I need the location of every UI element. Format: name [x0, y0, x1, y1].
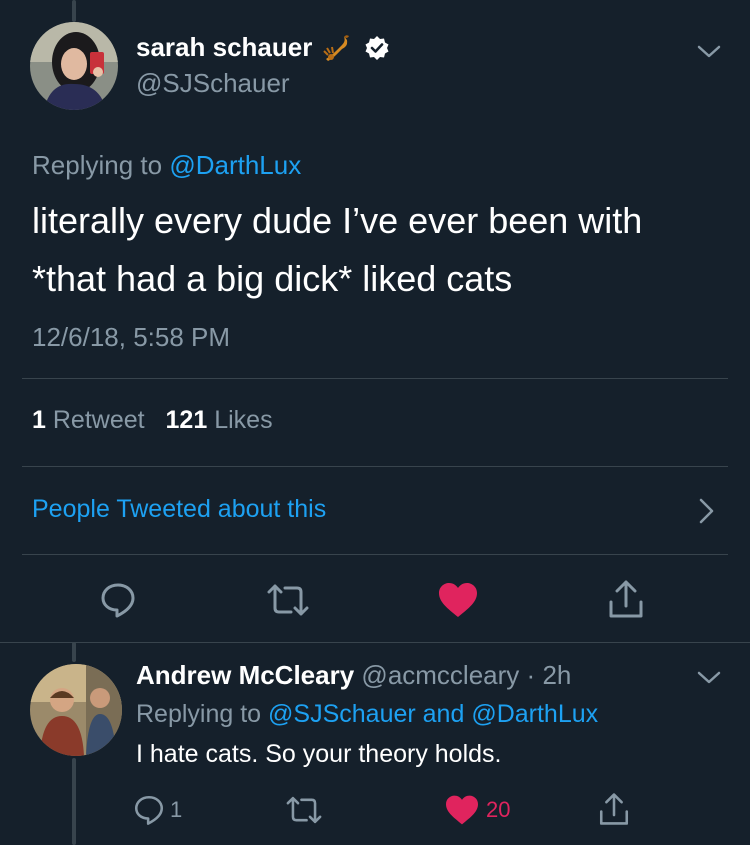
- heart-icon: [446, 795, 478, 825]
- reply-icon: [134, 795, 164, 825]
- like-count: 121: [165, 406, 208, 434]
- reply-avatar[interactable]: [30, 664, 122, 756]
- tweet-text: literally every dude I’ve ever been with…: [32, 192, 732, 308]
- reply-replying-to-line: Replying to @SJSchauer and @DarthLux: [136, 700, 598, 729]
- reply-share-button[interactable]: [594, 788, 634, 830]
- chevron-down-icon[interactable]: [694, 40, 724, 64]
- reply-retweet-button[interactable]: [282, 790, 326, 830]
- retweets-stat[interactable]: 1 Retweet: [32, 406, 152, 434]
- reply-display-name[interactable]: Andrew McCleary: [136, 660, 354, 690]
- verified-badge-icon: [364, 35, 390, 61]
- reply-replying-to-link-1[interactable]: @SJSchauer: [268, 700, 416, 728]
- handle[interactable]: @SJSchauer: [136, 68, 290, 99]
- reply-like-count: 20: [486, 797, 511, 822]
- reply-replying-and: and: [422, 700, 465, 728]
- reply-time[interactable]: 2h: [542, 660, 571, 690]
- like-button[interactable]: [436, 578, 480, 622]
- reply-replying-prefix: Replying to: [136, 700, 262, 728]
- retweet-count: 1: [32, 406, 46, 434]
- divider: [22, 554, 728, 555]
- reply-time-separator: ·: [526, 660, 536, 690]
- scorpion-emoji-icon: [322, 33, 354, 63]
- thread-line-bottom: [72, 758, 76, 845]
- section-divider: [0, 642, 750, 643]
- heart-icon: [439, 583, 477, 617]
- timestamp[interactable]: 12/6/18, 5:58 PM: [32, 322, 230, 353]
- replying-prefix: Replying to: [32, 150, 163, 180]
- avatar-photo: [30, 22, 118, 110]
- reply-replying-to-link-2[interactable]: @DarthLux: [471, 700, 598, 728]
- reply-avatar-photo: [30, 664, 122, 756]
- retweet-button[interactable]: [264, 578, 312, 622]
- chevron-right-icon: [698, 497, 716, 530]
- reply-handle[interactable]: @acmccleary: [361, 660, 519, 690]
- reply-reply-count: 1: [170, 797, 183, 822]
- tweet-text-line2: *that had a big dick* liked cats: [32, 258, 513, 299]
- reply-text: I hate cats. So your theory holds.: [136, 740, 502, 768]
- divider: [22, 378, 728, 379]
- people-tweeted-row[interactable]: People Tweeted about this: [22, 467, 728, 553]
- display-name[interactable]: sarah schauer: [136, 32, 312, 63]
- replying-to-line: Replying to @DarthLux: [32, 150, 301, 181]
- people-tweeted-label: People Tweeted about this: [32, 495, 327, 523]
- share-icon: [609, 580, 643, 618]
- avatar[interactable]: [30, 22, 118, 110]
- reply-chevron-down-icon[interactable]: [694, 666, 724, 690]
- thread-line-top: [72, 0, 76, 22]
- reply-icon: [101, 583, 135, 618]
- tweet-text-line1: literally every dude I’ve ever been with: [32, 200, 643, 241]
- reply-reply-button[interactable]: 1: [132, 790, 182, 830]
- likes-stat[interactable]: 121 Likes: [166, 406, 273, 434]
- share-button[interactable]: [604, 576, 648, 622]
- reply-button[interactable]: [96, 578, 140, 622]
- thread-line-reply: [72, 642, 76, 662]
- reply-header: Andrew McCleary @acmccleary · 2h: [136, 660, 571, 691]
- retweet-label: Retweet: [52, 406, 145, 434]
- retweet-icon: [267, 584, 309, 616]
- like-label: Likes: [214, 406, 273, 434]
- share-icon: [599, 793, 629, 825]
- retweet-icon: [286, 796, 322, 824]
- tweet-stats: 1 Retweet 121 Likes: [32, 406, 273, 435]
- reply-like-button[interactable]: 20: [444, 790, 510, 830]
- replying-to-link[interactable]: @DarthLux: [169, 150, 301, 180]
